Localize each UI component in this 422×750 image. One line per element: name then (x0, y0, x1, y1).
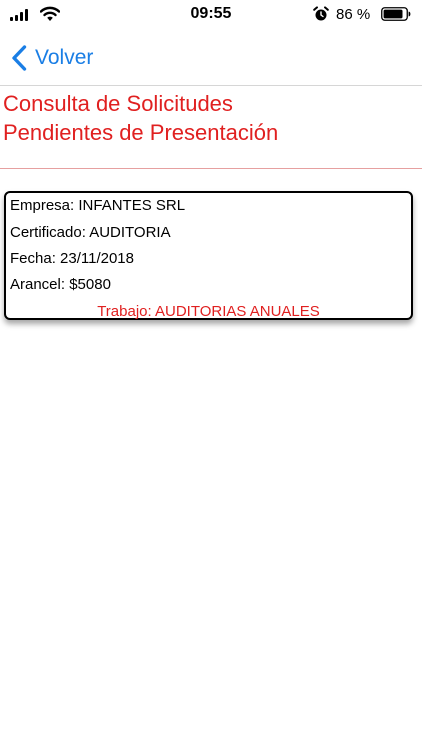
chevron-left-icon (12, 45, 27, 71)
battery-percent: 86 % (336, 6, 371, 23)
app-screen: 09:55 86 % Volver Consulta de Solicitude… (0, 0, 422, 750)
certificado-text: Certificado: AUDITORIA (10, 224, 171, 241)
fecha-text: Fecha: 23/11/2018 (10, 250, 134, 267)
battery-icon (381, 7, 411, 21)
arancel-text: Arancel: $5080 (10, 276, 111, 293)
alarm-icon (313, 6, 329, 21)
navigation-bar: Volver (0, 34, 422, 84)
page-title: Consulta de Solicitudes Pendientes de Pr… (3, 89, 413, 147)
back-button[interactable]: Volver (10, 38, 93, 78)
empresa-text: Empresa: INFANTES SRL (10, 197, 186, 214)
request-card[interactable]: Empresa: INFANTES SRL Certificado: AUDIT… (4, 191, 413, 320)
trabajo-text: Trabajo: AUDITORIAS ANUALES (97, 303, 320, 320)
page-title-line-1: Consulta de Solicitudes (3, 91, 233, 116)
back-label: Volver (35, 46, 94, 69)
status-bar: 09:55 86 % (0, 0, 422, 30)
title-divider (0, 168, 422, 169)
nav-divider (0, 85, 422, 86)
page-title-line-2: Pendientes de Presentación (3, 120, 279, 145)
